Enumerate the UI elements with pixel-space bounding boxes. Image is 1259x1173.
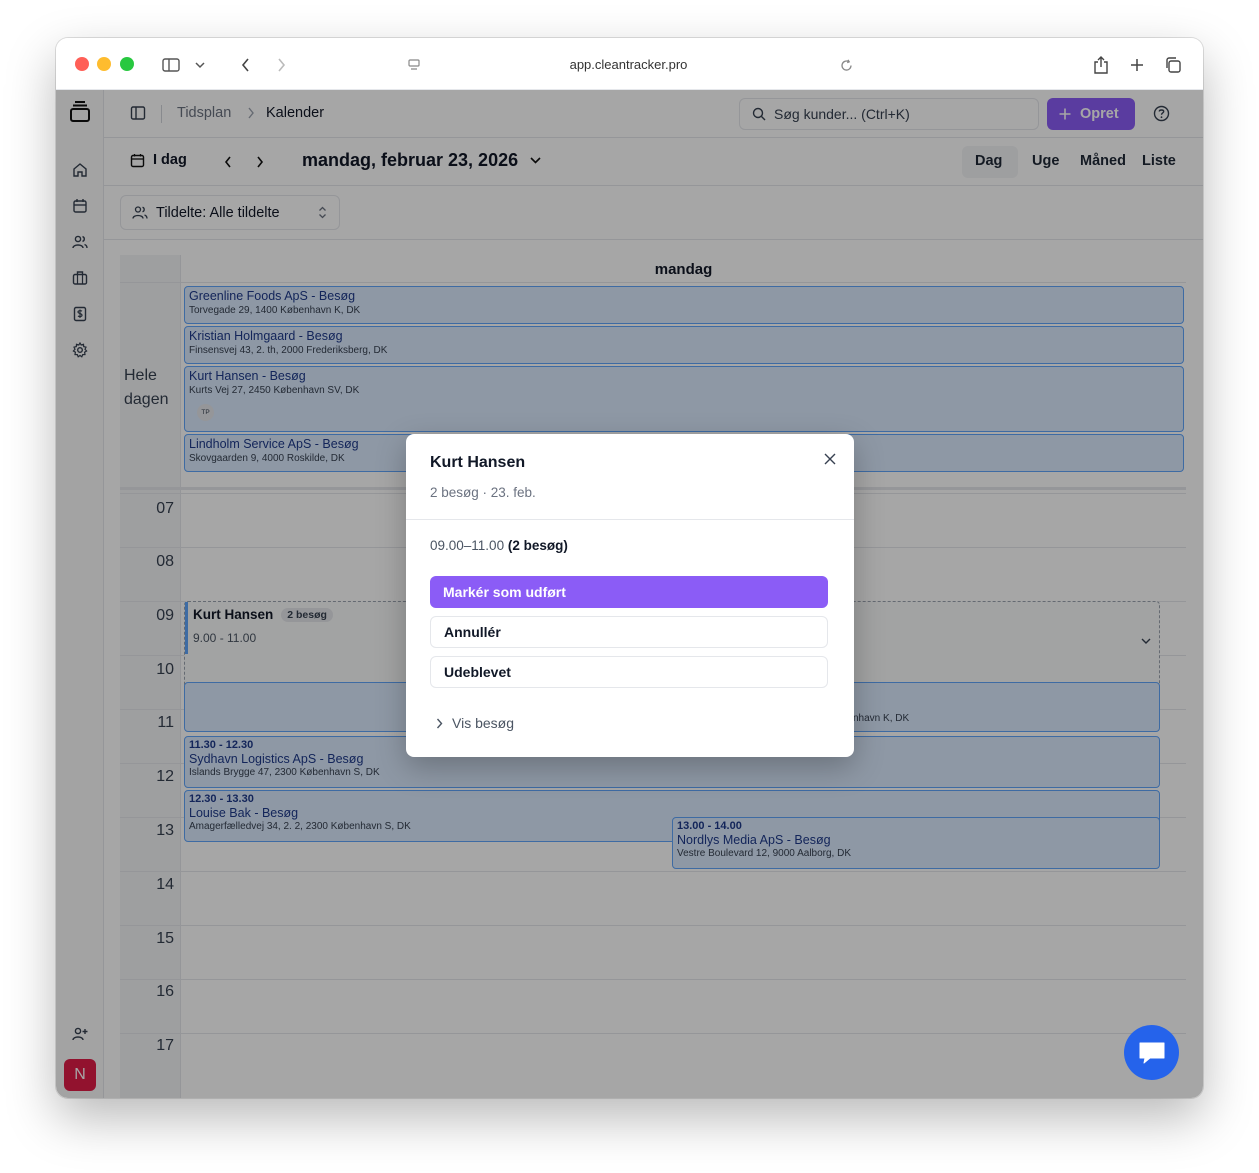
modal-title: Kurt Hansen (430, 454, 526, 471)
reload-icon[interactable] (838, 51, 854, 79)
chevron-down-icon[interactable] (192, 51, 208, 79)
share-icon[interactable] (1092, 51, 1110, 79)
address-bar[interactable]: app.cleantracker.pro (396, 50, 861, 78)
forward-icon[interactable] (272, 51, 290, 79)
close-icon[interactable] (824, 452, 836, 470)
minimize-window-button[interactable] (97, 57, 111, 71)
app: N Tidsplan Kalender Søg kunder... (Ctrl+… (56, 90, 1203, 1098)
visit-modal: Kurt Hansen 2 besøg · 23. feb. 09.00–11.… (406, 434, 854, 757)
time-slot-header: 09.00–11.00 (2 besøg) (430, 538, 568, 553)
mark-done-button[interactable]: Markér som udført (430, 576, 828, 608)
new-tab-icon[interactable] (1128, 51, 1146, 79)
back-icon[interactable] (236, 51, 254, 79)
browser-window: app.cleantracker.pro N Tidsplan Kalender… (56, 38, 1203, 1098)
browser-toolbar: app.cleantracker.pro (56, 38, 1203, 90)
visit-count: (2 besøg) (507, 538, 568, 553)
chat-button[interactable] (1124, 1025, 1179, 1080)
no-show-button[interactable]: Udeblevet (430, 656, 828, 688)
url-text: app.cleantracker.pro (569, 56, 688, 72)
maximize-window-button[interactable] (120, 57, 134, 71)
modal-subtitle: 2 besøg · 23. feb. (430, 485, 536, 500)
chevron-right-icon (436, 718, 443, 729)
close-window-button[interactable] (75, 57, 89, 71)
sidebar-toggle-icon[interactable] (160, 51, 182, 79)
show-visits-toggle[interactable]: Vis besøg (436, 715, 514, 731)
time-range: 09.00–11.00 (430, 538, 505, 553)
chat-icon (1137, 1040, 1167, 1066)
show-visits-label: Vis besøg (452, 715, 514, 731)
cancel-visit-button[interactable]: Annullér (430, 616, 828, 648)
modal-divider (406, 519, 854, 520)
tabs-overview-icon[interactable] (1163, 51, 1183, 79)
